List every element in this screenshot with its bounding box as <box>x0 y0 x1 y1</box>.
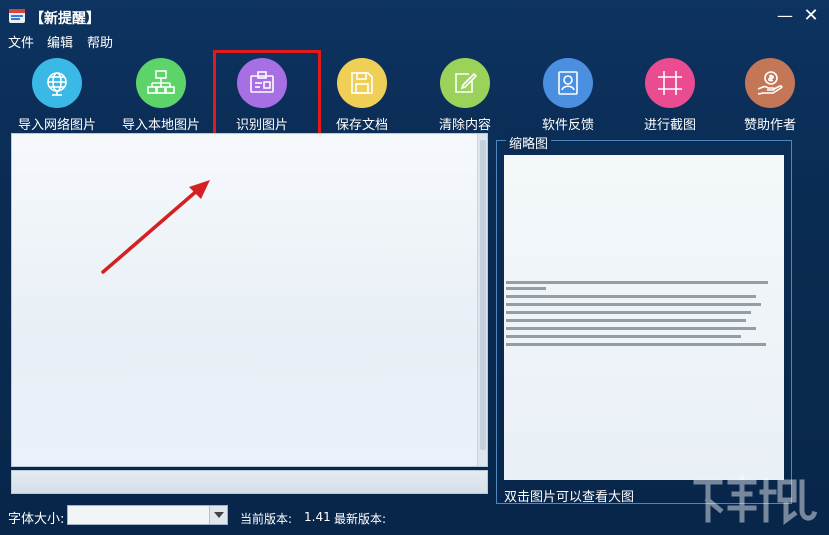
crop-icon <box>645 58 695 108</box>
latest-version-label: 最新版本: <box>334 512 387 526</box>
tool-label: 赞助作者 <box>743 118 796 133</box>
tool-label: 导入本地图片 <box>121 118 200 133</box>
minimize-button[interactable]: — <box>775 6 795 26</box>
portrait-icon <box>543 58 593 108</box>
horizontal-scrollbar[interactable] <box>11 470 488 494</box>
app-logo-icon <box>9 9 25 23</box>
current-version-label: 当前版本: <box>240 512 293 526</box>
money-hand-icon <box>745 58 795 108</box>
edit-icon <box>440 58 490 108</box>
tool-label: 清除内容 <box>438 118 491 133</box>
menu-edit[interactable]: 编辑 <box>47 32 73 51</box>
close-button[interactable]: ✕ <box>801 6 821 26</box>
scrollbar-thumb[interactable] <box>480 140 486 450</box>
tool-label: 保存文档 <box>335 118 388 133</box>
font-size-select[interactable] <box>67 505 228 525</box>
tool-label: 导入网络图片 <box>17 118 96 133</box>
chevron-down-icon[interactable] <box>209 506 227 524</box>
menu-file[interactable]: 文件 <box>8 32 34 51</box>
current-version-value: 1.41 <box>304 510 331 524</box>
app-window: 【新提醒】 — ✕ 文件 编辑 帮助 导入网络图片 导入本地图片 识别图片 保存… <box>0 0 829 535</box>
thumbnail-title: 缩略图 <box>506 133 552 152</box>
menu-help[interactable]: 帮助 <box>87 32 113 51</box>
image-workspace[interactable] <box>11 133 488 467</box>
vertical-scrollbar[interactable] <box>477 134 487 466</box>
screenshot-button[interactable]: 进行截图 <box>620 58 720 133</box>
software-feedback-button[interactable]: 软件反馈 <box>518 58 618 133</box>
thumbnail-image[interactable] <box>504 155 784 480</box>
clear-content-button[interactable]: 清除内容 <box>415 58 515 133</box>
sponsor-author-button[interactable]: 赞助作者 <box>720 58 820 133</box>
font-size-label: 字体大小: <box>8 512 65 527</box>
save-document-button[interactable]: 保存文档 <box>312 58 412 133</box>
window-title: 【新提醒】 <box>30 11 100 27</box>
network-icon <box>136 58 186 108</box>
title-bar: 【新提醒】 — ✕ <box>0 0 829 32</box>
tool-label: 进行截图 <box>643 118 696 133</box>
import-web-image-button[interactable]: 导入网络图片 <box>7 58 107 133</box>
tool-label: 软件反馈 <box>541 118 594 133</box>
globe-icon <box>32 58 82 108</box>
floppy-disk-icon <box>337 58 387 108</box>
thumbnail-caption: 双击图片可以查看大图 <box>504 490 635 505</box>
import-local-image-button[interactable]: 导入本地图片 <box>111 58 211 133</box>
